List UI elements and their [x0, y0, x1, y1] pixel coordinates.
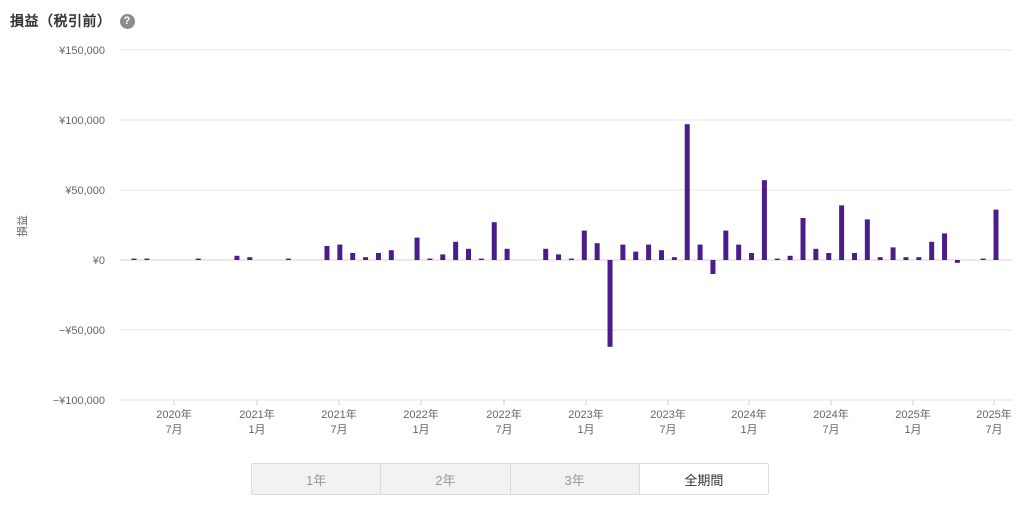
bar	[890, 247, 896, 260]
tab-2-year[interactable]: 2年	[381, 464, 511, 494]
bar	[478, 258, 484, 260]
bar	[466, 248, 472, 260]
bar	[826, 253, 832, 260]
x-tick-label-month: 1月	[740, 424, 757, 436]
bar	[285, 258, 291, 260]
y-tick-label: ¥0	[92, 255, 105, 267]
y-tick-label: ¥150,000	[58, 45, 105, 57]
bar	[697, 244, 703, 260]
tab-all-period[interactable]: 全期間	[639, 464, 768, 494]
bar	[671, 257, 677, 260]
bar	[749, 253, 755, 260]
x-tick-label-month: 7月	[822, 424, 839, 436]
bar	[633, 251, 639, 260]
x-tick-label-month: 1月	[248, 424, 265, 436]
bar	[684, 124, 690, 260]
x-tick-label-month: 7月	[659, 424, 676, 436]
bar	[504, 248, 510, 260]
bar	[851, 253, 857, 260]
bar	[247, 257, 253, 260]
title-row: 損益（税引前） ?	[10, 9, 135, 33]
x-tick-label-month: 1月	[577, 424, 594, 436]
x-tick-label-year: 2023年	[568, 407, 603, 421]
bar	[954, 260, 960, 263]
bar	[375, 253, 381, 260]
x-tick-label-month: 1月	[412, 424, 429, 436]
x-tick-label-year: 2025年	[895, 407, 930, 421]
bar	[363, 257, 369, 260]
bar	[800, 218, 806, 260]
bar	[646, 244, 652, 260]
bar	[877, 257, 883, 260]
bar	[427, 258, 433, 260]
bar	[761, 180, 767, 260]
x-tick-label-year: 2024年	[731, 407, 766, 421]
bar	[813, 248, 819, 260]
bar	[864, 219, 870, 260]
period-tabs: 1年 2年 3年 全期間	[251, 463, 769, 495]
x-tick-label-year: 2021年	[239, 407, 274, 421]
x-tick-label-year: 2023年	[650, 407, 685, 421]
y-tick-label: −¥50,000	[59, 325, 105, 337]
y-tick-label: −¥100,000	[53, 395, 105, 407]
bar	[453, 241, 459, 260]
y-axis-label: 損益	[15, 215, 29, 237]
tab-1-year[interactable]: 1年	[252, 464, 382, 494]
bar	[980, 258, 986, 260]
bar	[568, 258, 574, 260]
bar	[350, 253, 356, 260]
bar	[787, 255, 793, 260]
bar	[594, 243, 600, 260]
help-icon[interactable]: ?	[119, 13, 135, 29]
bar	[736, 244, 742, 260]
bar	[337, 244, 343, 260]
bar	[414, 237, 420, 260]
bar	[839, 205, 845, 260]
bar	[620, 244, 626, 260]
bar	[234, 255, 240, 260]
y-tick-label: ¥50,000	[64, 185, 105, 197]
x-tick-label-year: 2024年	[813, 407, 848, 421]
bar	[543, 248, 549, 260]
bar	[440, 254, 446, 260]
bar	[710, 260, 716, 274]
bar	[658, 250, 664, 260]
bar	[993, 209, 999, 260]
bar	[916, 257, 922, 260]
bar	[144, 258, 150, 260]
x-tick-label-year: 2025年	[976, 407, 1011, 421]
bar	[581, 230, 587, 260]
bar	[903, 257, 909, 260]
chart-title: 損益（税引前）	[10, 13, 112, 29]
bar	[942, 233, 948, 260]
bar	[195, 258, 201, 260]
x-tick-label-year: 2020年	[156, 407, 191, 421]
profit-bar-chart: ¥150,000 ¥100,000 ¥50,000 ¥0 −¥50,000 −¥100,0…	[15, 45, 1012, 436]
bar	[723, 230, 729, 260]
y-tick-label: ¥100,000	[58, 115, 105, 127]
x-tick-label-year: 2021年	[321, 407, 356, 421]
bar	[607, 260, 613, 347]
bar	[388, 250, 394, 260]
x-tick-label-month: 7月	[495, 424, 512, 436]
x-tick-label-month: 1月	[904, 424, 921, 436]
bar	[324, 246, 330, 260]
x-tick-label-year: 2022年	[403, 407, 438, 421]
x-tick-label-month: 7月	[985, 424, 1002, 436]
bar	[774, 258, 780, 260]
x-tick-label-month: 7月	[165, 424, 182, 436]
bar	[491, 222, 497, 260]
x-tick-label-month: 7月	[330, 424, 347, 436]
bar	[556, 254, 562, 260]
bar	[131, 258, 137, 260]
x-tick-label-year: 2022年	[486, 407, 521, 421]
bar	[929, 241, 935, 260]
tab-3-year[interactable]: 3年	[510, 464, 640, 494]
